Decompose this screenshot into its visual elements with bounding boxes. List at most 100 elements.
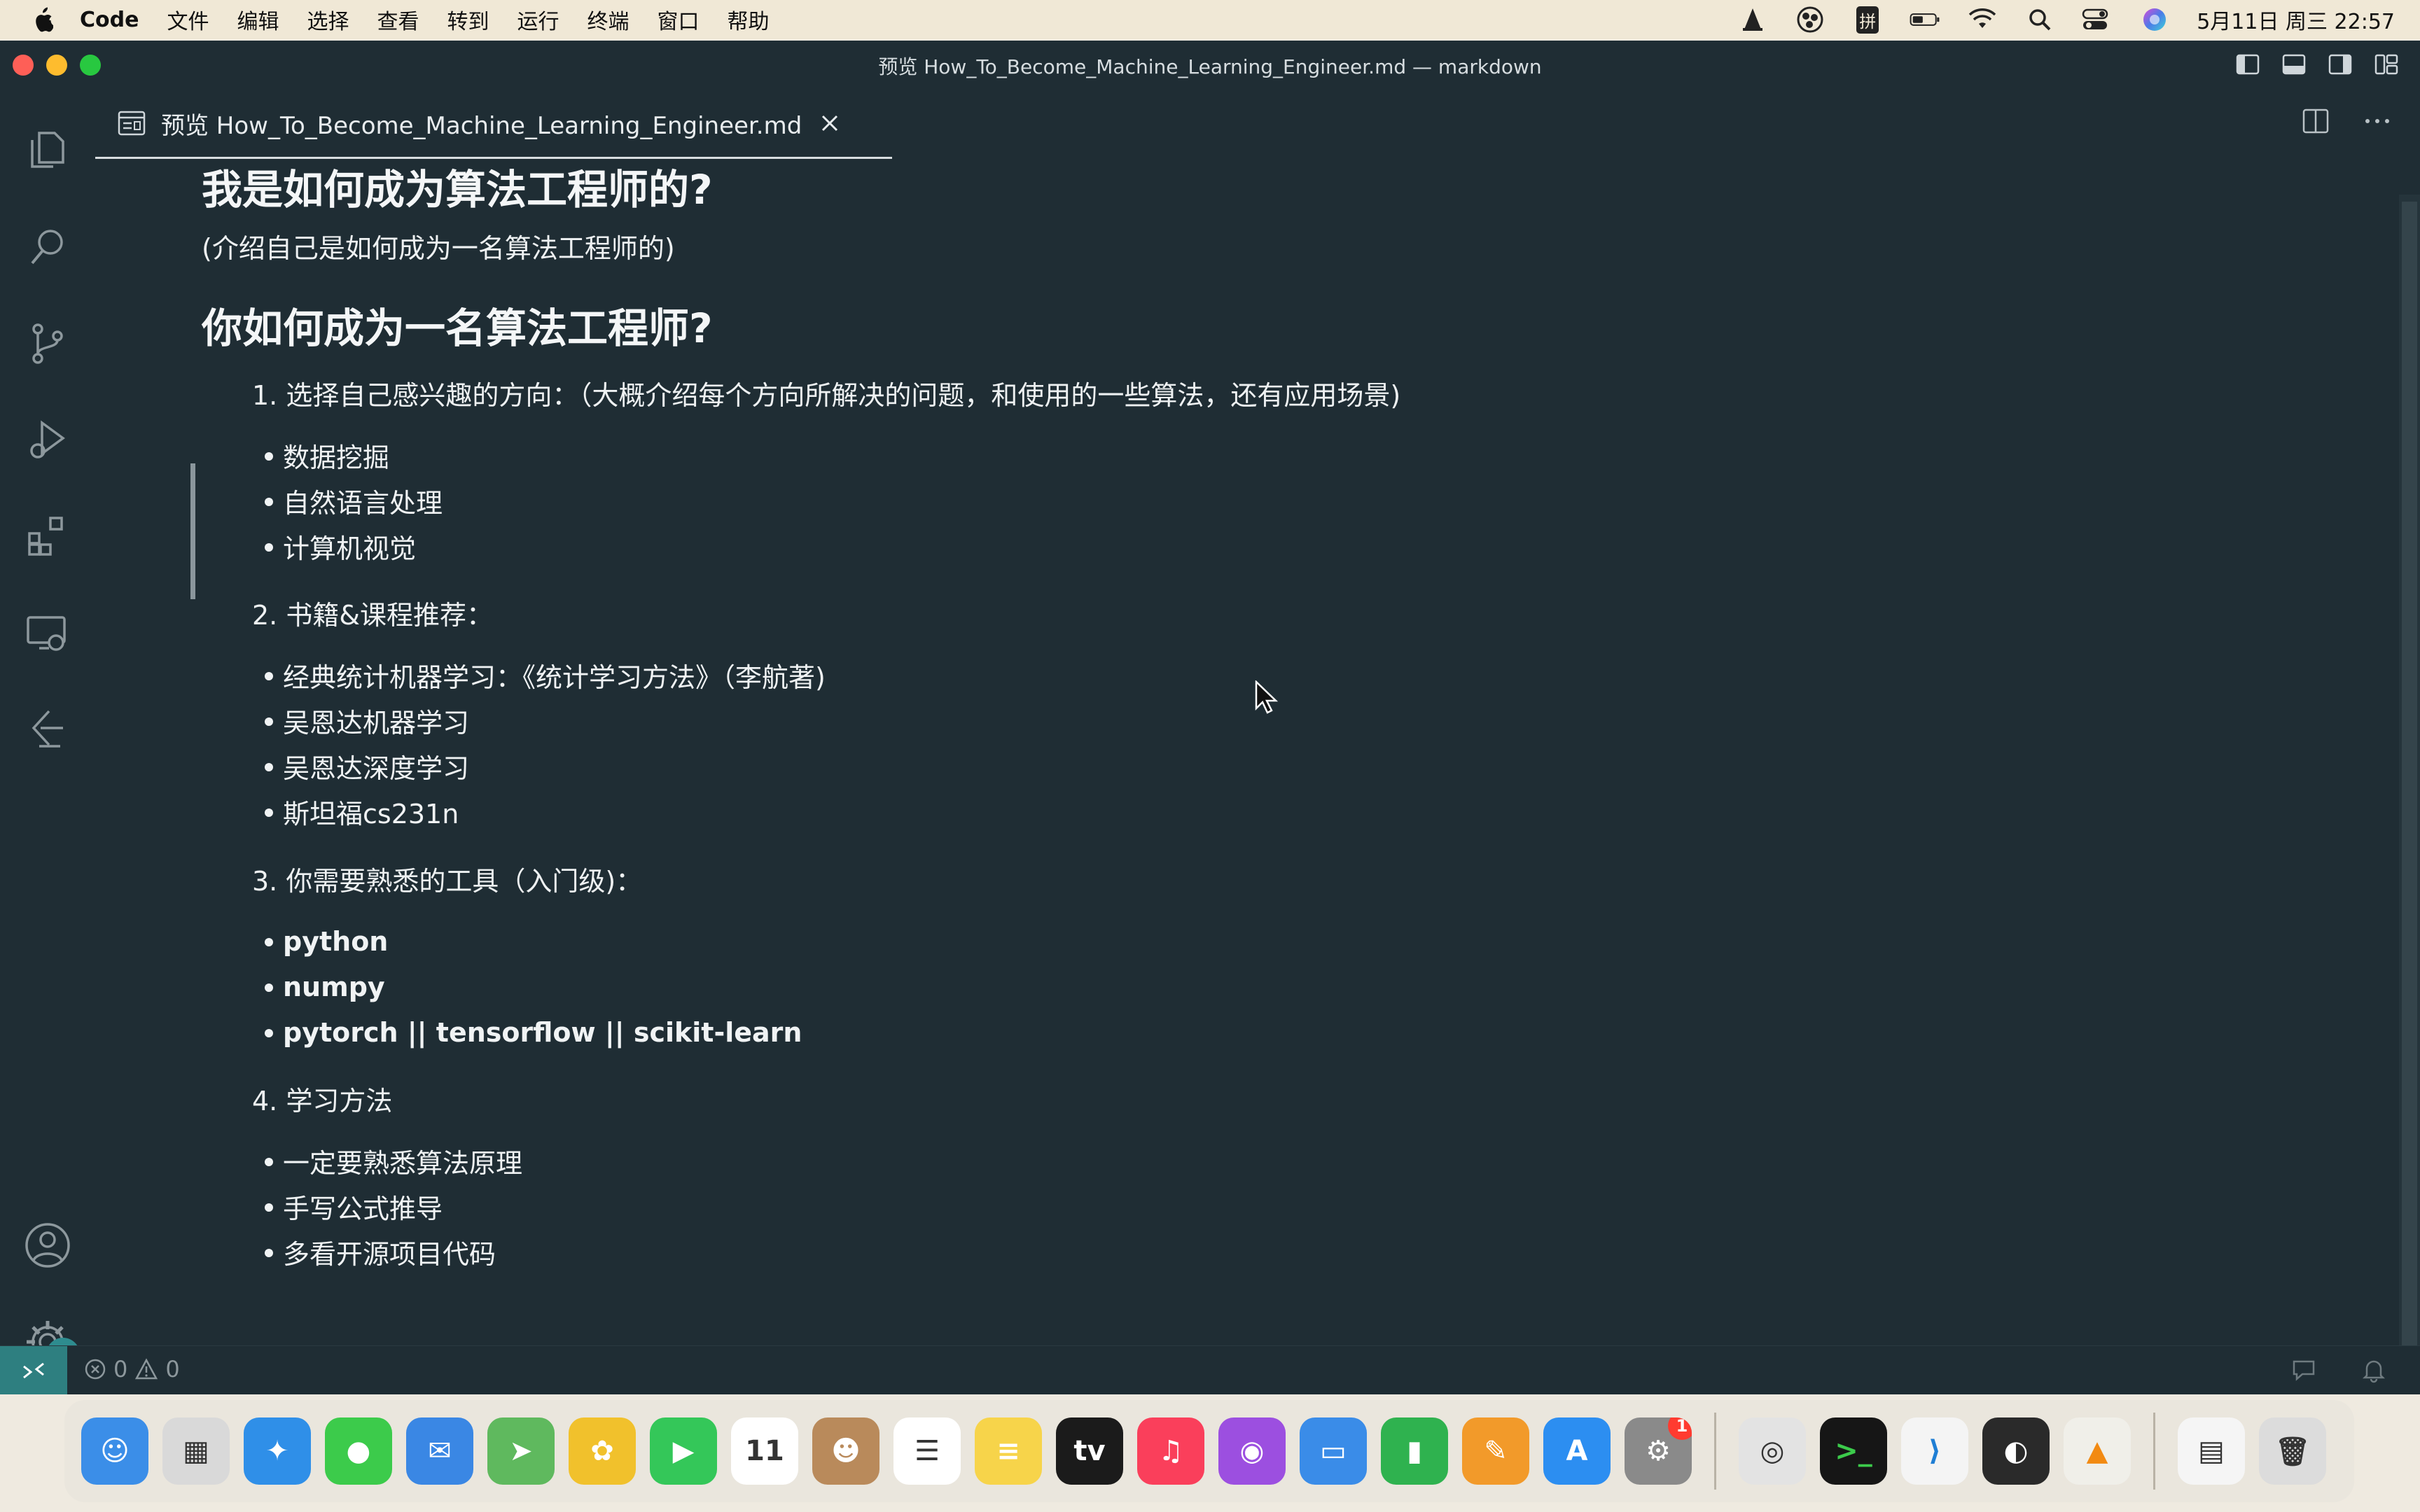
dock-keynote-icon[interactable]: ▭ bbox=[1300, 1418, 1367, 1485]
dock-icon-glyph: 🗑 bbox=[2274, 1435, 2311, 1468]
dock-mail-icon[interactable]: ✉ bbox=[406, 1418, 473, 1485]
list-item-text: 吴恩达机器学习 bbox=[283, 708, 470, 738]
menu-run[interactable]: 运行 bbox=[517, 4, 559, 35]
dock-messages-icon[interactable]: ● bbox=[325, 1418, 392, 1485]
dock-icon-glyph: ☰ bbox=[915, 1435, 940, 1467]
dock-icon-glyph: ☻ bbox=[831, 1435, 861, 1467]
feedback-icon[interactable] bbox=[2290, 1356, 2318, 1387]
tab-label: 预览 How_To_Become_Machine_Learning_Engine… bbox=[161, 111, 802, 140]
dock-system-preferences-icon[interactable]: ⚙ 1 bbox=[1625, 1418, 1692, 1485]
dock-trash-icon[interactable]: 🗑 bbox=[2259, 1418, 2326, 1485]
activity-bar: 1 bbox=[0, 90, 95, 1371]
intro-paragraph: (介绍自己是如何成为一名算法工程师的) bbox=[202, 233, 675, 264]
siri-icon[interactable] bbox=[2139, 6, 2170, 34]
dock-contacts-icon[interactable]: ☻ bbox=[812, 1418, 879, 1485]
preview-icon bbox=[116, 109, 147, 137]
dock-icon-glyph: ⟩ bbox=[1928, 1435, 1942, 1467]
menu-selection[interactable]: 选择 bbox=[307, 4, 349, 35]
dock-app-store-icon[interactable]: A bbox=[1543, 1418, 1611, 1485]
explorer-icon[interactable] bbox=[21, 123, 74, 176]
dock-separator bbox=[1714, 1413, 1716, 1490]
dock-terminal-icon[interactable]: >_ bbox=[1820, 1418, 1887, 1485]
menu-go[interactable]: 转到 bbox=[447, 4, 489, 35]
toggle-secondary-sidebar-icon[interactable] bbox=[2328, 52, 2353, 77]
remote-indicator-button[interactable] bbox=[0, 1346, 67, 1394]
menu-edit[interactable]: 编辑 bbox=[237, 4, 279, 35]
dock-facetime-icon[interactable]: ▶ bbox=[650, 1418, 717, 1485]
dock-notes-icon[interactable]: ≡ bbox=[975, 1418, 1042, 1485]
dock-icon-glyph: ● bbox=[346, 1435, 371, 1467]
tab-markdown-preview[interactable]: 预览 How_To_Become_Machine_Learning_Engine… bbox=[95, 90, 892, 159]
more-actions-icon[interactable] bbox=[2363, 106, 2392, 139]
list-item: 多看开源项目代码 bbox=[265, 1229, 522, 1275]
source-control-icon[interactable] bbox=[21, 316, 74, 370]
section-1-list: 数据挖掘 自然语言处理 计算机视觉 bbox=[265, 433, 443, 569]
list-item-text: 自然语言处理 bbox=[283, 488, 443, 519]
remote-explorer-icon[interactable] bbox=[21, 606, 74, 659]
markdown-preview: 我是如何成为算法工程师的? (介绍自己是如何成为一名算法工程师的) 你如何成为一… bbox=[95, 157, 2392, 1392]
vscode-window: 预览 How_To_Become_Machine_Learning_Engine… bbox=[0, 41, 2420, 1394]
dock-obs-icon[interactable]: ◐ bbox=[1982, 1418, 2050, 1485]
menu-terminal[interactable]: 终端 bbox=[587, 4, 629, 35]
dock-icon-glyph: ◎ bbox=[1760, 1435, 1785, 1467]
extensions-icon[interactable] bbox=[21, 510, 74, 563]
input-method-icon[interactable]: 拼 bbox=[1852, 6, 1883, 34]
dock-reminders-icon[interactable]: ☰ bbox=[893, 1418, 961, 1485]
dock-separator bbox=[2153, 1413, 2155, 1490]
list-item: 计算机视觉 bbox=[265, 524, 443, 569]
dock-chrome-icon[interactable]: ◎ bbox=[1739, 1418, 1806, 1485]
window-title: 预览 How_To_Become_Machine_Learning_Engine… bbox=[878, 55, 1542, 78]
dock-icon-glyph: 11 bbox=[745, 1435, 784, 1467]
list-item-text: 斯坦福cs231n bbox=[283, 799, 459, 830]
list-item: 吴恩达深度学习 bbox=[265, 743, 826, 789]
menu-window[interactable]: 窗口 bbox=[657, 4, 699, 35]
menu-help[interactable]: 帮助 bbox=[727, 4, 769, 35]
problems-indicator[interactable]: 0 0 bbox=[84, 1356, 180, 1382]
dock-downloads-stack-icon[interactable]: ▤ bbox=[2178, 1418, 2245, 1485]
dock-launchpad-icon[interactable]: ▦ bbox=[162, 1418, 230, 1485]
apple-menu-icon[interactable] bbox=[31, 7, 59, 32]
dock-vlc-icon[interactable]: ▲ bbox=[2064, 1418, 2131, 1485]
customize-layout-icon[interactable] bbox=[2374, 52, 2399, 77]
toggle-panel-icon[interactable] bbox=[2281, 52, 2307, 77]
dock-calendar-icon[interactable]: 11 bbox=[731, 1418, 798, 1485]
dock-pages-icon[interactable]: ✎ bbox=[1462, 1418, 1529, 1485]
search-icon[interactable] bbox=[21, 220, 74, 273]
list-item-text: 数据挖掘 bbox=[283, 442, 390, 473]
scrollbar-thumb[interactable] bbox=[2402, 202, 2417, 1385]
menubar-clock[interactable]: 5月11日 周三 22:57 bbox=[2197, 4, 2395, 35]
run-debug-icon[interactable] bbox=[21, 413, 74, 466]
dock-finder-icon[interactable]: ☺ bbox=[81, 1418, 148, 1485]
spotlight-icon[interactable] bbox=[2024, 6, 2055, 34]
timeline-icon[interactable] bbox=[21, 703, 74, 756]
obs-icon[interactable] bbox=[1795, 6, 1826, 34]
notifications-bell-icon[interactable] bbox=[2360, 1356, 2388, 1387]
dock-safari-icon[interactable]: ✦ bbox=[244, 1418, 311, 1485]
battery-icon[interactable] bbox=[1910, 6, 1940, 34]
wifi-icon[interactable] bbox=[1967, 6, 1998, 34]
menu-app-name[interactable]: Code bbox=[80, 8, 139, 32]
dock-podcasts-icon[interactable]: ◉ bbox=[1218, 1418, 1286, 1485]
close-icon[interactable] bbox=[817, 111, 842, 136]
dock-photos-icon[interactable]: ✿ bbox=[569, 1418, 636, 1485]
list-item: 数据挖掘 bbox=[265, 433, 443, 478]
dock-music-icon[interactable]: ♫ bbox=[1137, 1418, 1204, 1485]
dock-vscode-icon[interactable]: ⟩ bbox=[1901, 1418, 1968, 1485]
menu-view[interactable]: 查看 bbox=[377, 4, 419, 35]
list-item: pytorch || tensorflow || scikit-learn bbox=[265, 1009, 802, 1055]
dock-numbers-icon[interactable]: ▮ bbox=[1381, 1418, 1448, 1485]
dock-apple-tv-icon[interactable]: tv bbox=[1056, 1418, 1123, 1485]
accounts-icon[interactable] bbox=[21, 1219, 74, 1272]
toggle-primary-sidebar-icon[interactable] bbox=[2235, 52, 2260, 77]
control-center-icon[interactable] bbox=[2082, 6, 2113, 34]
heading-how-i-became: 我是如何成为算法工程师的? bbox=[202, 166, 713, 214]
dock-icon-glyph: ▲ bbox=[2086, 1435, 2108, 1467]
menu-file[interactable]: 文件 bbox=[167, 4, 209, 35]
section-2-list: 经典统计机器学习：《统计学习方法》（李航著) 吴恩达机器学习 吴恩达深度学习 斯… bbox=[265, 652, 826, 834]
vlc-icon[interactable] bbox=[1737, 6, 1768, 34]
split-editor-icon[interactable] bbox=[2301, 106, 2330, 139]
dock-maps-icon[interactable]: ➤ bbox=[487, 1418, 555, 1485]
list-item: python bbox=[265, 918, 802, 964]
list-item: numpy bbox=[265, 964, 802, 1009]
dock-icon-glyph: ☺ bbox=[100, 1435, 130, 1467]
